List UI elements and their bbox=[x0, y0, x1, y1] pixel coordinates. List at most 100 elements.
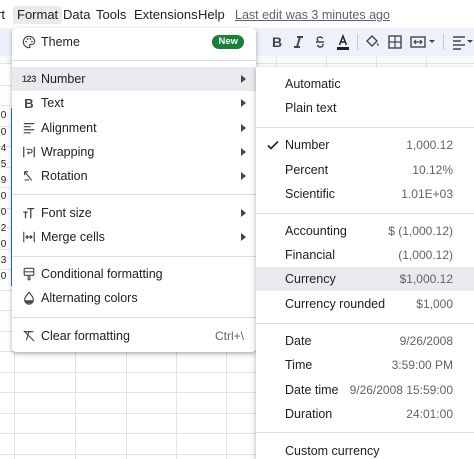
align-dropdown-icon[interactable] bbox=[466, 33, 474, 51]
check-icon bbox=[267, 140, 279, 150]
font-size-icon bbox=[21, 205, 37, 221]
number-format-custom-currency[interactable]: Custom currency bbox=[256, 439, 474, 459]
number-format-icon: 123 bbox=[21, 74, 37, 84]
merge-cells-icon[interactable] bbox=[409, 33, 427, 51]
menu-item-label: Number bbox=[285, 138, 330, 152]
menu-item-alternating-colors[interactable]: Alternating colors bbox=[12, 286, 256, 310]
italic-icon[interactable] bbox=[289, 33, 307, 51]
menu-insert[interactable]: rt bbox=[0, 8, 5, 22]
menu-item-label: Custom currency bbox=[285, 444, 380, 458]
last-edit-link[interactable]: Last edit was 3 minutes ago bbox=[235, 8, 390, 22]
submenu-arrow-icon bbox=[241, 124, 246, 132]
menu-item-label: Font size bbox=[41, 206, 92, 220]
number-format-plain-text[interactable]: Plain text bbox=[256, 96, 474, 120]
dropdown-arrow-icon[interactable] bbox=[427, 33, 437, 51]
menu-item-font-size[interactable]: Font size bbox=[12, 201, 256, 225]
submenu-arrow-icon bbox=[241, 172, 246, 180]
number-format-date[interactable]: Date 9/26/2008 bbox=[256, 329, 474, 353]
menu-item-label: Text bbox=[41, 96, 64, 110]
format-example: 1.01E+03 bbox=[401, 187, 453, 201]
bold-text-icon: B bbox=[24, 95, 34, 111]
bold-icon[interactable]: B bbox=[268, 33, 286, 51]
alignment-icon bbox=[21, 120, 37, 136]
number-format-submenu: Automatic Plain text Number 1,000.12 Per… bbox=[256, 67, 474, 459]
menu-format[interactable]: Format bbox=[13, 6, 63, 24]
keyboard-shortcut: Ctrl+\ bbox=[214, 329, 244, 343]
format-example: $1,000 bbox=[416, 297, 453, 311]
menu-item-label: Date time bbox=[285, 383, 339, 397]
menu-item-label: Time bbox=[285, 358, 313, 372]
format-example: 10.12% bbox=[412, 163, 453, 177]
menu-item-label: Automatic bbox=[285, 77, 341, 91]
menu-item-merge-cells[interactable]: Merge cells bbox=[12, 225, 256, 249]
menu-item-wrapping[interactable]: Wrapping bbox=[12, 140, 256, 164]
menu-item-label: Currency bbox=[285, 272, 336, 286]
menu-item-label: Scientific bbox=[285, 187, 336, 201]
palette-icon bbox=[21, 34, 37, 50]
number-format-date-time[interactable]: Date time 9/26/2008 15:59:00 bbox=[256, 378, 474, 402]
menu-item-label: Clear formatting bbox=[41, 329, 130, 343]
menu-item-theme[interactable]: Theme New bbox=[12, 30, 256, 54]
format-menu: Theme New 123 Number B Text Alignment Wr… bbox=[12, 28, 256, 352]
menu-data[interactable]: Data bbox=[63, 8, 90, 22]
number-format-currency[interactable]: Currency $1,000.12 bbox=[256, 267, 474, 291]
menu-item-label: Financial bbox=[285, 248, 336, 262]
number-format-accounting[interactable]: Accounting $ (1,000.12) bbox=[256, 219, 474, 243]
number-format-percent[interactable]: Percent 10.12% bbox=[256, 158, 474, 182]
menu-item-label: Number bbox=[41, 72, 86, 86]
menu-item-rotation[interactable]: Rotation bbox=[12, 164, 256, 188]
number-format-number[interactable]: Number 1,000.12 bbox=[256, 133, 474, 157]
format-example: 24:01:00 bbox=[406, 407, 453, 421]
menu-item-label: Theme bbox=[41, 35, 80, 49]
menu-bar: rt Format Data Tools Extensions Help Las… bbox=[0, 0, 474, 28]
menu-item-label: Currency rounded bbox=[285, 297, 386, 311]
number-format-scientific[interactable]: Scientific 1.01E+03 bbox=[256, 182, 474, 206]
format-example: $ (1,000.12) bbox=[388, 224, 453, 238]
menu-item-clear-formatting[interactable]: Clear formatting Ctrl+\ bbox=[12, 324, 256, 348]
clear-formatting-icon bbox=[21, 328, 37, 344]
strikethrough-icon[interactable] bbox=[311, 33, 329, 51]
menu-item-alignment[interactable]: Alignment bbox=[12, 116, 256, 140]
format-example: 9/26/2008 15:59:00 bbox=[349, 383, 453, 397]
number-format-duration[interactable]: Duration 24:01:00 bbox=[256, 402, 474, 426]
menu-item-label: Duration bbox=[285, 407, 333, 421]
menu-extensions[interactable]: Extensions bbox=[134, 8, 198, 22]
fill-color-icon[interactable] bbox=[363, 33, 381, 51]
menu-item-label: Plain text bbox=[285, 101, 337, 115]
menu-help[interactable]: Help bbox=[198, 8, 225, 22]
submenu-arrow-icon bbox=[241, 233, 246, 241]
submenu-arrow-icon bbox=[241, 75, 246, 83]
merge-icon bbox=[21, 229, 37, 245]
menu-item-label: Accounting bbox=[285, 224, 347, 238]
wrapping-icon bbox=[21, 144, 37, 160]
menu-item-number[interactable]: 123 Number bbox=[12, 67, 256, 91]
submenu-arrow-icon bbox=[241, 148, 246, 156]
format-example: $1,000.12 bbox=[399, 272, 453, 286]
number-format-currency-rounded[interactable]: Currency rounded $1,000 bbox=[256, 292, 474, 316]
menu-item-label: Percent bbox=[285, 163, 329, 177]
menu-item-label: Conditional formatting bbox=[41, 267, 163, 281]
submenu-arrow-icon bbox=[241, 209, 246, 217]
number-format-automatic[interactable]: Automatic bbox=[256, 72, 474, 96]
format-example: (1,000.12) bbox=[398, 248, 453, 262]
number-format-financial[interactable]: Financial (1,000.12) bbox=[256, 243, 474, 267]
menu-item-label: Wrapping bbox=[41, 145, 95, 159]
rotation-icon bbox=[21, 168, 37, 184]
menu-item-conditional-formatting[interactable]: Conditional formatting bbox=[12, 262, 256, 286]
menu-item-label: Alignment bbox=[41, 121, 97, 135]
menu-item-label: Merge cells bbox=[41, 230, 105, 244]
alternating-colors-icon bbox=[21, 290, 37, 306]
number-format-time[interactable]: Time 3:59:00 PM bbox=[256, 353, 474, 377]
format-example: 3:59:00 PM bbox=[391, 358, 453, 372]
format-example: 9/26/2008 bbox=[399, 334, 453, 348]
menu-item-label: Date bbox=[285, 334, 312, 348]
menu-tools[interactable]: Tools bbox=[96, 8, 126, 22]
menu-item-label: Alternating colors bbox=[41, 291, 138, 305]
menu-item-text[interactable]: B Text bbox=[12, 91, 256, 115]
submenu-arrow-icon bbox=[241, 99, 246, 107]
text-color-icon[interactable] bbox=[334, 33, 352, 51]
conditional-formatting-icon bbox=[21, 266, 37, 282]
borders-icon[interactable] bbox=[386, 33, 404, 51]
menu-item-label: Rotation bbox=[41, 169, 88, 183]
new-badge: New bbox=[212, 35, 244, 49]
